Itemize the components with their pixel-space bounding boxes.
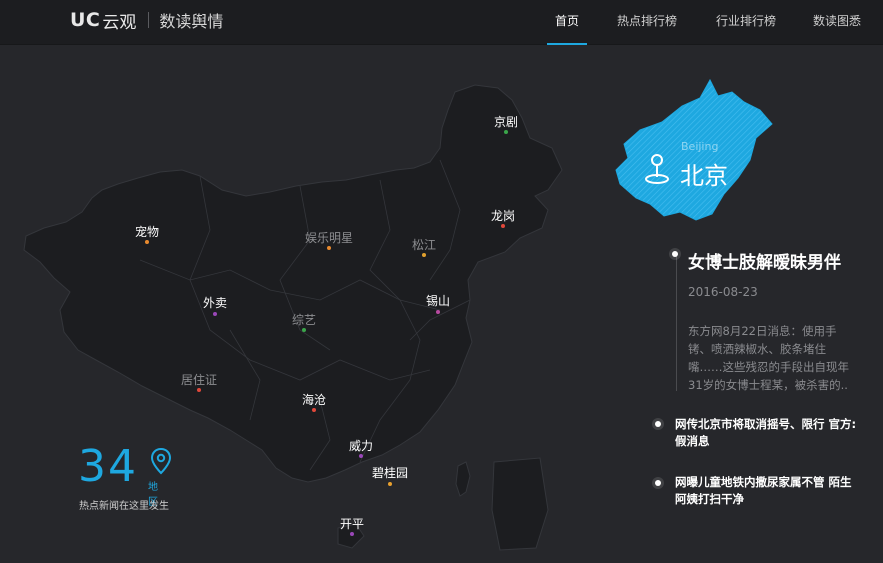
china-mainland [23,84,563,483]
region-count-caption: 热点新闻在这里发生 [79,501,169,512]
hotspot-region-count: 34 地区 热点新闻在这里发生 [78,441,172,512]
map-city-label[interactable]: 松江 [412,236,436,253]
map-city-label[interactable]: 海沧 [302,391,326,408]
map-city-dot[interactable] [213,312,217,316]
map-city-label[interactable]: 威力 [349,437,373,454]
featured-news-title[interactable]: 女博士肢解暧昧男伴 [688,248,841,273]
news-timeline-line [676,256,677,391]
region-name-cn: 北京 [680,162,728,190]
map-city-dot[interactable] [145,240,149,244]
nav-industry-ranking[interactable]: 行业排行榜 [716,12,776,29]
map-city-label[interactable]: 京剧 [494,113,518,130]
timeline-bullet [655,421,661,427]
nav-home[interactable]: 首页 [555,12,579,29]
map-city-dot[interactable] [422,253,426,257]
logo-subtitle: 数读舆情 [159,12,224,31]
nav-data-insight[interactable]: 数读图悉 [813,12,861,29]
featured-news-summary[interactable]: 东方网8月22日消息：使用手铐、喷洒辣椒水、胶条堵住嘴……这些残忍的手段出自现年… [688,322,853,394]
map-city-label[interactable]: 宠物 [135,223,159,240]
timeline-bullet [672,251,678,257]
location-pin-icon [643,152,671,190]
map-pin-icon [150,447,172,479]
map-city-dot[interactable] [359,454,363,458]
map-city-label[interactable]: 碧桂园 [372,464,408,481]
news-list-item[interactable]: 网传北京市将取消摇号、限行 官方: 假消息 [675,416,860,450]
logo[interactable]: UC 云观 数读舆情 [70,9,224,33]
south-china-sea-inset [491,457,549,551]
featured-news-date: 2016-08-23 [688,285,758,299]
map-city-dot[interactable] [436,310,440,314]
map-city-dot[interactable] [504,130,508,134]
map-city-dot[interactable] [312,408,316,412]
map-city-dot[interactable] [327,246,331,250]
nav-hot-ranking[interactable]: 热点排行榜 [617,12,677,29]
map-city-label[interactable]: 锡山 [426,292,450,309]
map-city-dot[interactable] [197,388,201,392]
map-city-label[interactable]: 娱乐明星 [305,229,353,246]
map-city-dot[interactable] [501,224,505,228]
map-city-dot[interactable] [302,328,306,332]
news-list-item[interactable]: 网曝儿童地铁内撒尿家属不管 陌生阿姨打扫干净 [675,474,860,508]
map-city-label[interactable]: 综艺 [292,311,316,328]
timeline-bullet [655,480,661,486]
region-name-en: Beijing [681,140,719,153]
map-city-label[interactable]: 开平 [340,515,364,532]
logo-divider [148,12,150,28]
region-count-value: 34 [78,441,138,492]
map-city-dot[interactable] [388,482,392,486]
map-city-label[interactable]: 外卖 [203,294,227,311]
logo-brand: UC [70,9,101,31]
map-city-label[interactable]: 居住证 [181,371,217,388]
logo-brand-cn: 云观 [102,12,137,33]
taiwan-island [455,461,471,497]
map-city-label[interactable]: 龙岗 [491,207,515,224]
top-navigation-bar: UC 云观 数读舆情 首页 热点排行榜 行业排行榜 数读图悉 [0,0,883,45]
map-city-dot[interactable] [350,532,354,536]
